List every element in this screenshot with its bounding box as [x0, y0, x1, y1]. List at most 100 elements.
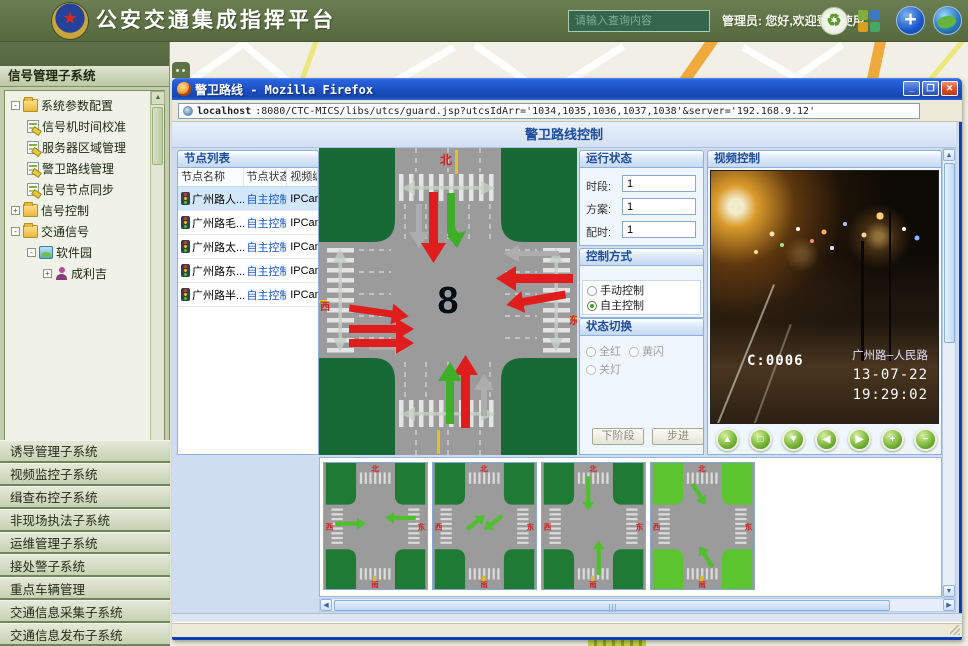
- node-status-link[interactable]: 自主控制: [244, 239, 288, 255]
- state-switch-option[interactable]: 关灯: [586, 363, 621, 378]
- traffic-light-icon: [181, 240, 190, 253]
- scroll-left-icon[interactable]: ◀: [320, 599, 332, 611]
- sidebar-item-重点车辆管理[interactable]: 重点车辆管理: [0, 577, 170, 600]
- tree-scroll-up-icon[interactable]: ▲: [151, 91, 165, 105]
- sidebar-item-交通信息发布子系统[interactable]: 交通信息发布子系统: [0, 623, 170, 646]
- table-row[interactable]: 广州路人...自主控制IPCam6: [178, 187, 318, 211]
- traffic-light-icon: [181, 192, 190, 205]
- table-row[interactable]: 广州路毛...自主控制IPCam7: [178, 211, 318, 235]
- tree-item-信号控制[interactable]: +信号控制: [7, 200, 162, 221]
- control-mode-option[interactable]: 手动控制: [587, 284, 696, 299]
- column-header: 节点名称: [178, 168, 244, 186]
- tree-item-label: 信号节点同步: [42, 181, 114, 198]
- ptz-stop-button[interactable]: □: [749, 428, 772, 451]
- svg-text:西: 西: [653, 522, 661, 531]
- radio-icon[interactable]: [587, 301, 597, 311]
- sidebar-item-视频监控子系统[interactable]: 视频监控子系统: [0, 463, 170, 486]
- corner-southeast: [501, 358, 577, 455]
- sidebar-item-交通信息采集子系统[interactable]: 交通信息采集子系统: [0, 600, 170, 623]
- radio-icon[interactable]: [586, 347, 596, 357]
- app-header: 公安交通集成指挥平台 管理员: 您好,欢迎登陆使用 ♻ +: [0, 0, 968, 42]
- horizontal-scrollbar[interactable]: ◀ ▶: [319, 598, 956, 612]
- sidebar-system-title[interactable]: 信号管理子系统: [0, 66, 169, 87]
- state-switch-option[interactable]: 黄闪: [629, 345, 664, 360]
- close-button[interactable]: ✕: [941, 81, 958, 96]
- tree-item-信号机时间校准[interactable]: 信号机时间校准: [7, 116, 162, 137]
- run-status-input[interactable]: [622, 175, 696, 192]
- globe-icon[interactable]: [933, 6, 962, 35]
- ptz-zoom-out-button[interactable]: −: [914, 428, 937, 451]
- tree-item-服务器区域管理[interactable]: 服务器区域管理: [7, 137, 162, 158]
- maximize-button[interactable]: ❐: [922, 81, 939, 96]
- ptz-up-button[interactable]: ▲: [716, 428, 739, 451]
- tree-item-软件园[interactable]: -软件园: [7, 242, 162, 263]
- table-row[interactable]: 广州路东...自主控制IPCam9: [178, 259, 318, 283]
- node-status-link[interactable]: 自主控制: [244, 263, 288, 279]
- next-stage-button[interactable]: 下阶段: [592, 428, 644, 445]
- tree-expander-icon[interactable]: -: [11, 227, 20, 236]
- ptz-zoom-in-button[interactable]: +: [881, 428, 904, 451]
- search-input[interactable]: [568, 10, 710, 32]
- tree-scroll-thumb[interactable]: [152, 107, 163, 165]
- state-switch-option[interactable]: 全红: [586, 345, 621, 360]
- sidebar-collapse-tab[interactable]: [172, 62, 190, 78]
- sidebar-item-接处警子系统[interactable]: 接处警子系统: [0, 554, 170, 577]
- tree-expander-icon[interactable]: +: [43, 269, 52, 278]
- radio-icon[interactable]: [586, 365, 596, 375]
- control-mode-option[interactable]: 自主控制: [587, 299, 696, 314]
- scroll-down-icon[interactable]: ▼: [943, 585, 955, 597]
- tree-expander-icon[interactable]: -: [11, 101, 20, 110]
- run-status-input[interactable]: [622, 198, 696, 215]
- resize-grip[interactable]: [950, 625, 960, 635]
- refresh-icon[interactable]: ♻: [820, 7, 848, 35]
- vertical-scrollbar[interactable]: ▲ ▼: [942, 148, 956, 598]
- sidebar-item-非现场执法子系统[interactable]: 非现场执法子系统: [0, 509, 170, 532]
- radio-icon[interactable]: [587, 286, 597, 296]
- table-row[interactable]: 广州路太...自主控制IPCam8: [178, 235, 318, 259]
- sidebar-item-运维管理子系统[interactable]: 运维管理子系统: [0, 532, 170, 555]
- tree-expander-icon[interactable]: -: [27, 248, 36, 257]
- node-status-link[interactable]: 自主控制: [244, 215, 288, 231]
- tree-item-系统参数配置[interactable]: -系统参数配置: [7, 95, 162, 116]
- tree-expander-icon[interactable]: +: [11, 206, 20, 215]
- node-status-link[interactable]: 自主控制: [244, 191, 288, 207]
- ptz-right-button[interactable]: ▶: [848, 428, 871, 451]
- arrow-south-straight: [429, 192, 438, 244]
- scroll-right-icon[interactable]: ▶: [943, 599, 955, 611]
- radio-icon[interactable]: [629, 347, 639, 357]
- tree-item-成利吉[interactable]: +成利吉: [7, 263, 162, 284]
- run-status-field: 时段:: [586, 178, 611, 194]
- svg-text:北: 北: [589, 464, 597, 474]
- ptz-left-button[interactable]: ◀: [815, 428, 838, 451]
- sidebar-item-诱导管理子系统[interactable]: 诱导管理子系统: [0, 440, 170, 463]
- phase-thumbnail-4[interactable]: 北西东南: [650, 462, 755, 590]
- tree-item-警卫路线管理[interactable]: 警卫路线管理: [7, 158, 162, 179]
- app-title: 公安交通集成指挥平台: [96, 0, 336, 42]
- horizontal-scroll-thumb[interactable]: [334, 600, 890, 611]
- node-status-link[interactable]: 自主控制: [244, 287, 288, 303]
- minimize-button[interactable]: _: [903, 81, 920, 96]
- phase-thumbnails-panel: 北西东南北西东南北西东南北西东南: [319, 457, 942, 597]
- ptz-zoom-in-icon: +: [890, 434, 896, 445]
- sidebar-item-缉查布控子系统[interactable]: 缉查布控子系统: [0, 486, 170, 509]
- run-status-input[interactable]: [622, 221, 696, 238]
- ptz-down-button[interactable]: ▼: [782, 428, 805, 451]
- phase-thumbnail-1[interactable]: 北西东南: [323, 462, 428, 590]
- phase-thumbnail-3[interactable]: 北西东南: [541, 462, 646, 590]
- phase-thumbnail-2[interactable]: 北西东南: [432, 462, 537, 590]
- scroll-up-icon[interactable]: ▲: [943, 149, 955, 161]
- table-row[interactable]: 广州路半...自主控制IPCam10: [178, 283, 318, 307]
- tree-folder-icon: [23, 225, 38, 238]
- add-icon[interactable]: +: [896, 6, 925, 35]
- tree-item-信号节点同步[interactable]: 信号节点同步: [7, 179, 162, 200]
- url-bar: localhost:8080/CTC-MICS/libs/utcs/guard.…: [172, 100, 962, 122]
- step-button[interactable]: 步进: [652, 428, 704, 445]
- address-field[interactable]: localhost:8080/CTC-MICS/libs/utcs/guard.…: [178, 103, 920, 119]
- video-feed[interactable]: C:0006 广州路—人民路 13-07-22 19:29:02: [710, 170, 939, 424]
- apps-grid-icon[interactable]: [858, 10, 880, 32]
- vertical-scroll-thumb[interactable]: [944, 163, 955, 343]
- window-titlebar[interactable]: 警卫路线 - Mozilla Firefox _ ❐ ✕: [172, 78, 962, 100]
- tree-item-交通信号[interactable]: -交通信号: [7, 221, 162, 242]
- tree-scrollbar[interactable]: ▲ ▼: [150, 91, 164, 479]
- ptz-down-icon: ▼: [789, 434, 799, 445]
